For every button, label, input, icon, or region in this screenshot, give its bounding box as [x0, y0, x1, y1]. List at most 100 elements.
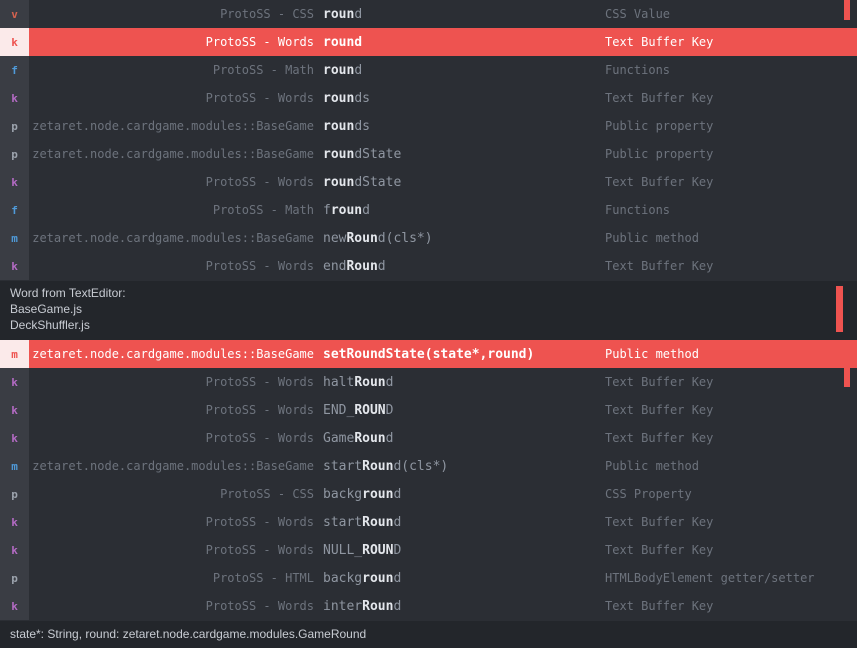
suggestion-suffix: d(cls*) — [393, 458, 449, 474]
suggestion-text: setRoundState(state*,round) — [323, 347, 605, 362]
kind-k-icon: k — [0, 508, 29, 536]
suggestion-text: haltRound — [323, 375, 605, 390]
suggestion-row[interactable]: k ProtoSS - Words startRound Text Buffer Ke… — [0, 508, 857, 536]
suggestion-row[interactable]: p zetaret.node.cardgame.modules::BaseGame… — [0, 140, 857, 168]
suggestion-match: ROUN — [362, 542, 394, 558]
suggestion-text: background — [323, 487, 605, 502]
autocomplete-list-bottom[interactable]: m zetaret.node.cardgame.modules::BaseGame… — [0, 340, 857, 620]
type-label: Public property — [605, 147, 714, 161]
suggestion-match: roun — [323, 6, 355, 22]
suggestion-suffix: d — [393, 598, 402, 614]
suggestion-row[interactable]: k ProtoSS - Words END_ROUND Text Buffer Key — [0, 396, 857, 424]
suggestion-text: round — [323, 63, 605, 78]
provider-label: zetaret.node.cardgame.modules::BaseGame — [32, 119, 314, 133]
provider-label: ProtoSS - CSS — [220, 487, 314, 501]
suggestion-prefix: NULL_ — [323, 542, 363, 558]
suggestion-row[interactable]: k ProtoSS - Words roundState Text Buffer Ke… — [0, 168, 857, 196]
type-label: HTMLBodyElement getter/setter — [605, 571, 815, 585]
kind-p-icon: p — [0, 480, 29, 508]
suggestion-suffix: ds — [354, 90, 370, 106]
suggestion-text: interRound — [323, 599, 605, 614]
kind-p-icon: p — [0, 564, 29, 592]
type-label: Public method — [605, 347, 699, 361]
doc-line: Word from TextEditor: — [10, 286, 126, 300]
suggestion-match: Roun — [354, 374, 386, 390]
suggestion-text: newRound(cls*) — [323, 231, 605, 246]
documentation-panel: Word from TextEditor: BaseGame.js DeckSh… — [0, 281, 857, 340]
suggestion-prefix: halt — [323, 374, 355, 390]
type-label: Functions — [605, 203, 671, 217]
kind-p-icon: p — [0, 112, 29, 140]
suggestion-suffix: d — [354, 62, 363, 78]
suggestion-text: background — [323, 571, 605, 586]
suggestion-row[interactable]: p zetaret.node.cardgame.modules::BaseGame… — [0, 112, 857, 140]
suggestion-row[interactable]: m zetaret.node.cardgame.modules::BaseGame… — [0, 452, 857, 480]
suggestion-text: startRound(cls*) — [323, 459, 605, 474]
suggestion-row[interactable]: p ProtoSS - HTML background HTMLBodyElement… — [0, 564, 857, 592]
suggestion-row[interactable]: k ProtoSS - Words NULL_ROUND Text Buffer Ke… — [0, 536, 857, 564]
provider-label: ProtoSS - Words — [205, 543, 314, 557]
suggestion-text: round — [323, 7, 605, 22]
suggestion-prefix: END_ — [323, 402, 355, 418]
provider-label: ProtoSS - Words — [205, 515, 314, 529]
suggestion-match: roun — [323, 118, 355, 134]
provider-label: zetaret.node.cardgame.modules::BaseGame — [32, 147, 314, 161]
suggestion-prefix: f — [323, 202, 331, 218]
suggestion-match: Roun — [362, 514, 394, 530]
suggestion-text: rounds — [323, 119, 605, 134]
suggestion-suffix: d — [393, 486, 402, 502]
doc-line: DeckShuffler.js — [10, 318, 90, 332]
suggestion-row[interactable]: k ProtoSS - Words interRound Text Buffer Ke… — [0, 592, 857, 620]
scrollbar-thumb[interactable] — [836, 286, 843, 332]
kind-m-icon: m — [0, 340, 29, 368]
kind-m-icon: m — [0, 224, 29, 252]
suggestion-match: Roun — [362, 598, 394, 614]
type-label: CSS Property — [605, 487, 692, 501]
suggestion-prefix: set — [323, 346, 347, 362]
suggestion-row[interactable]: m zetaret.node.cardgame.modules::BaseGame… — [0, 224, 857, 252]
suggestion-suffix: dState — [354, 146, 402, 162]
suggestion-row[interactable]: k ProtoSS - Words round Text Buffer Key — [0, 28, 857, 56]
suggestion-text: fround — [323, 203, 605, 218]
type-label: Text Buffer Key — [605, 431, 714, 445]
provider-label: ProtoSS - Math — [212, 203, 314, 217]
suggestion-row[interactable]: f ProtoSS - Math round Functions — [0, 56, 857, 84]
type-label: Text Buffer Key — [605, 403, 714, 417]
suggestion-row[interactable]: k ProtoSS - Words GameRound Text Buffer Key — [0, 424, 857, 452]
suggestion-row[interactable]: m zetaret.node.cardgame.modules::BaseGame… — [0, 340, 857, 368]
suggestion-text: NULL_ROUND — [323, 543, 605, 558]
suggestion-row[interactable]: k ProtoSS - Words rounds Text Buffer Key — [0, 84, 857, 112]
suggestion-row[interactable]: f ProtoSS - Math fround Functions — [0, 196, 857, 224]
type-label: Text Buffer Key — [605, 375, 714, 389]
suggestion-row[interactable]: v ProtoSS - CSS round CSS Value — [0, 0, 857, 28]
suggestion-prefix: inter — [323, 598, 363, 614]
provider-label: ProtoSS - Math — [212, 63, 314, 77]
doc-line: BaseGame.js — [10, 302, 83, 316]
suggestion-row[interactable]: k ProtoSS - Words endRound Text Buffer Key — [0, 252, 857, 280]
suggestion-suffix: d — [362, 202, 370, 218]
provider-label: zetaret.node.cardgame.modules::BaseGame — [32, 459, 314, 473]
type-label: Text Buffer Key — [605, 515, 714, 529]
suggestion-row[interactable]: p ProtoSS - CSS background CSS Property — [0, 480, 857, 508]
kind-k-icon: k — [0, 252, 29, 280]
kind-f-icon: f — [0, 56, 29, 84]
suggestion-match: roun — [323, 174, 355, 190]
suggestion-suffix: ds — [354, 118, 370, 134]
suggestion-text: round — [323, 35, 605, 50]
suggestion-match: Roun — [346, 346, 378, 362]
kind-p-icon: p — [0, 140, 29, 168]
type-label: Text Buffer Key — [605, 35, 714, 49]
suggestion-match: Roun — [354, 430, 386, 446]
suggestion-match: roun — [323, 62, 355, 78]
provider-label: ProtoSS - HTML — [212, 571, 314, 585]
suggestion-suffix: D — [393, 542, 402, 558]
kind-m-icon: m — [0, 452, 29, 480]
kind-k-icon: k — [0, 396, 29, 424]
kind-k-icon: k — [0, 28, 29, 56]
autocomplete-list-top[interactable]: v ProtoSS - CSS round CSS Value k ProtoSS - W… — [0, 0, 857, 280]
kind-f-icon: f — [0, 196, 29, 224]
suggestion-match: Roun — [346, 230, 378, 246]
suggestion-row[interactable]: k ProtoSS - Words haltRound Text Buffer Key — [0, 368, 857, 396]
suggestion-text: startRound — [323, 515, 605, 530]
type-label: Text Buffer Key — [605, 175, 714, 189]
